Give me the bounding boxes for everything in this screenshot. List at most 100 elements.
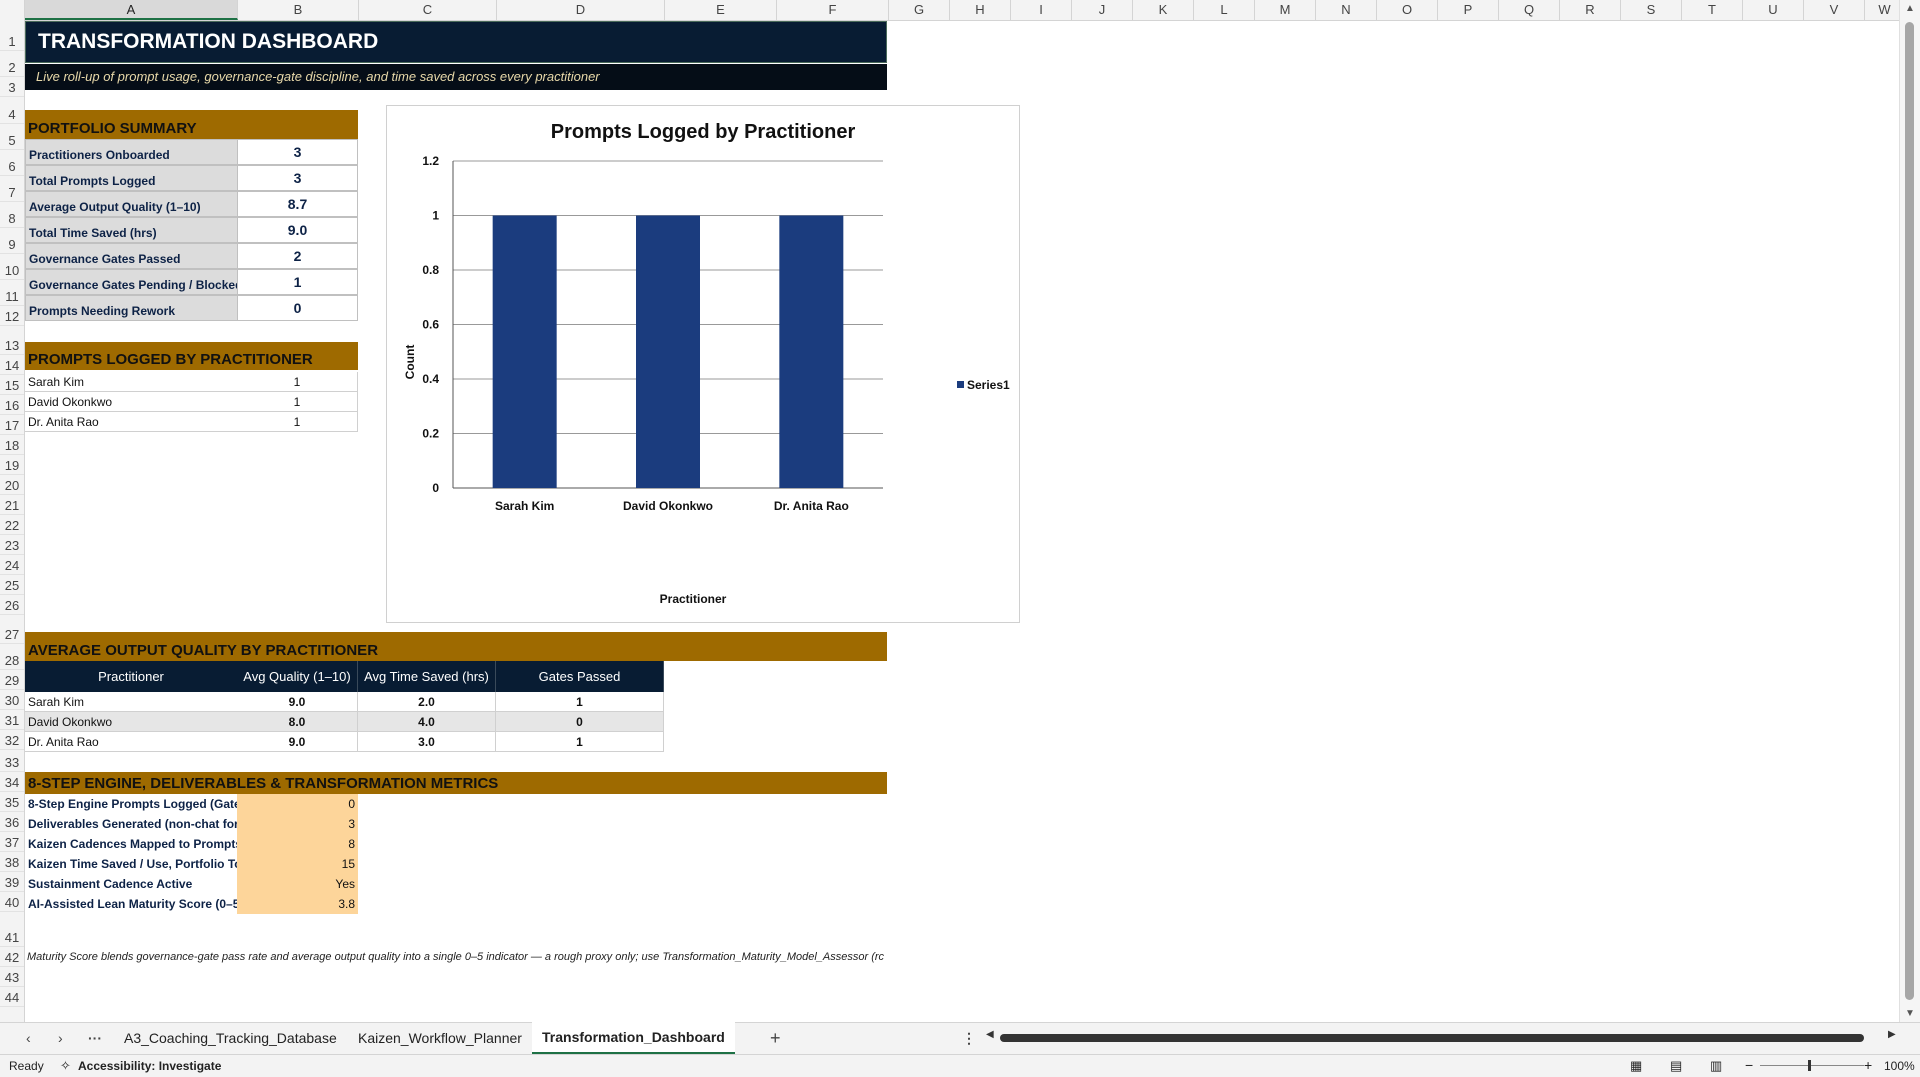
engine-metrics-heading[interactable]: 8-STEP ENGINE, DELIVERABLES & TRANSFORMA… (25, 772, 887, 794)
sheet-tab[interactable]: Kaizen_Workflow_Planner (348, 1023, 532, 1053)
portfolio-label[interactable]: Practitioners Onboarded (25, 139, 238, 165)
quality-cell[interactable]: Dr. Anita Rao (25, 732, 238, 752)
column-header-s[interactable]: S (1621, 0, 1682, 20)
row-header-11[interactable]: 11 (0, 280, 24, 306)
row-header-23[interactable]: 23 (0, 535, 24, 555)
column-header-i[interactable]: I (1011, 0, 1072, 20)
quality-heading[interactable]: AVERAGE OUTPUT QUALITY BY PRACTITIONER (25, 632, 887, 661)
maturity-score-note[interactable]: Maturity Score blends governance-gate pa… (27, 951, 887, 963)
zoom-in-icon[interactable]: + (1864, 1057, 1872, 1073)
row-header-35[interactable]: 35 (0, 792, 24, 812)
tab-more-icon[interactable]: ··· (88, 1023, 102, 1053)
scroll-left-icon[interactable]: ◀ (986, 1029, 994, 1040)
quality-cell[interactable]: 8.0 (237, 712, 358, 732)
column-header-b[interactable]: B (238, 0, 359, 20)
page-layout-icon[interactable]: ▤ (1670, 1058, 1682, 1074)
column-header-q[interactable]: Q (1499, 0, 1560, 20)
vertical-scroll-thumb[interactable] (1905, 22, 1914, 1000)
row-header-33[interactable]: 33 (0, 750, 24, 772)
row-header-18[interactable]: 18 (0, 435, 24, 455)
column-header-n[interactable]: N (1316, 0, 1377, 20)
row-header-10[interactable]: 10 (0, 254, 24, 280)
row-header-34[interactable]: 34 (0, 772, 24, 792)
zoom-slider[interactable] (1760, 1065, 1864, 1066)
accessibility-status[interactable]: Accessibility: Investigate (78, 1059, 221, 1073)
portfolio-value[interactable]: 1 (237, 269, 358, 295)
row-header-39[interactable]: 39 (0, 872, 24, 892)
row-header-41[interactable]: 41 (0, 912, 24, 947)
row-header-13[interactable]: 13 (0, 326, 24, 355)
column-header-u[interactable]: U (1743, 0, 1804, 20)
column-header-o[interactable]: O (1377, 0, 1438, 20)
quality-cell[interactable]: 4.0 (358, 712, 496, 732)
sheet-tab[interactable]: A3_Coaching_Tracking_Database (114, 1023, 347, 1053)
scroll-down-icon[interactable]: ▼ (1905, 1008, 1915, 1019)
tab-options-icon[interactable]: ⋮ (962, 1023, 976, 1053)
row-header-40[interactable]: 40 (0, 892, 24, 912)
engine-metric-value[interactable]: Yes (237, 874, 358, 894)
quality-cell[interactable]: 1 (496, 732, 664, 752)
row-header-24[interactable]: 24 (0, 555, 24, 575)
engine-metric-label[interactable]: 8-Step Engine Prompts Logged (Gate-P (25, 794, 238, 814)
practitioner-count[interactable]: 1 (237, 412, 358, 432)
row-header-16[interactable]: 16 (0, 395, 24, 415)
row-header-6[interactable]: 6 (0, 150, 24, 176)
engine-metric-value[interactable]: 3 (237, 814, 358, 834)
column-header-p[interactable]: P (1438, 0, 1499, 20)
accessibility-icon[interactable]: ✧ (60, 1058, 71, 1074)
column-header-t[interactable]: T (1682, 0, 1743, 20)
select-all-corner[interactable] (0, 0, 25, 20)
row-header-25[interactable]: 25 (0, 575, 24, 595)
horizontal-scrollbar[interactable]: ◀ ▶ (986, 1029, 1896, 1043)
row-header-2[interactable]: 2 (0, 51, 24, 77)
normal-view-icon[interactable]: ▦ (1630, 1058, 1642, 1074)
zoom-slider-thumb[interactable] (1808, 1060, 1811, 1071)
engine-metric-label[interactable]: Sustainment Cadence Active (25, 874, 238, 894)
scroll-up-icon[interactable]: ▲ (1905, 3, 1915, 14)
row-header-12[interactable]: 12 (0, 306, 24, 326)
row-header-20[interactable]: 20 (0, 475, 24, 495)
portfolio-value[interactable]: 9.0 (237, 217, 358, 243)
portfolio-label[interactable]: Governance Gates Pending / Blocked (25, 269, 238, 295)
portfolio-value[interactable]: 3 (237, 165, 358, 191)
row-header-3[interactable]: 3 (0, 77, 24, 97)
column-header-d[interactable]: D (497, 0, 665, 20)
chart-bar[interactable] (492, 215, 557, 489)
portfolio-label[interactable]: Total Prompts Logged (25, 165, 238, 191)
portfolio-value[interactable]: 3 (237, 139, 358, 165)
column-header-e[interactable]: E (665, 0, 777, 20)
engine-metric-label[interactable]: AI-Assisted Lean Maturity Score (0–5 s (25, 894, 238, 914)
row-header-1[interactable]: 1 (0, 20, 24, 51)
column-header-c[interactable]: C (359, 0, 497, 20)
practitioner-count[interactable]: 1 (237, 392, 358, 412)
practitioner-name[interactable]: David Okonkwo (25, 392, 238, 412)
sheet-tab[interactable]: Transformation_Dashboard (532, 1022, 735, 1054)
column-header-j[interactable]: J (1072, 0, 1133, 20)
column-header-f[interactable]: F (777, 0, 889, 20)
practitioner-count[interactable]: 1 (237, 372, 358, 392)
row-header-7[interactable]: 7 (0, 176, 24, 202)
row-header-43[interactable]: 43 (0, 967, 24, 987)
column-header-v[interactable]: V (1804, 0, 1865, 20)
row-header-8[interactable]: 8 (0, 202, 24, 228)
portfolio-summary-heading[interactable]: PORTFOLIO SUMMARY (25, 110, 358, 139)
column-header-r[interactable]: R (1560, 0, 1621, 20)
engine-metric-label[interactable]: Kaizen Cadences Mapped to Prompts (25, 834, 238, 854)
engine-metric-value[interactable]: 8 (237, 834, 358, 854)
row-header-27[interactable]: 27 (0, 615, 24, 644)
column-header-k[interactable]: K (1133, 0, 1194, 20)
row-header-22[interactable]: 22 (0, 515, 24, 535)
quality-cell[interactable]: 3.0 (358, 732, 496, 752)
row-header-17[interactable]: 17 (0, 415, 24, 435)
practitioner-name[interactable]: Sarah Kim (25, 372, 238, 392)
column-header-l[interactable]: L (1194, 0, 1255, 20)
page-break-preview-icon[interactable]: ▥ (1710, 1058, 1722, 1074)
row-header-42[interactable]: 42 (0, 947, 24, 967)
quality-cell[interactable]: 9.0 (237, 732, 358, 752)
portfolio-value[interactable]: 2 (237, 243, 358, 269)
chart-bar[interactable] (636, 215, 700, 489)
row-header-26[interactable]: 26 (0, 595, 24, 615)
row-header-19[interactable]: 19 (0, 455, 24, 475)
row-header-5[interactable]: 5 (0, 124, 24, 150)
vertical-scrollbar[interactable]: ▲ ▼ (1899, 0, 1920, 1022)
